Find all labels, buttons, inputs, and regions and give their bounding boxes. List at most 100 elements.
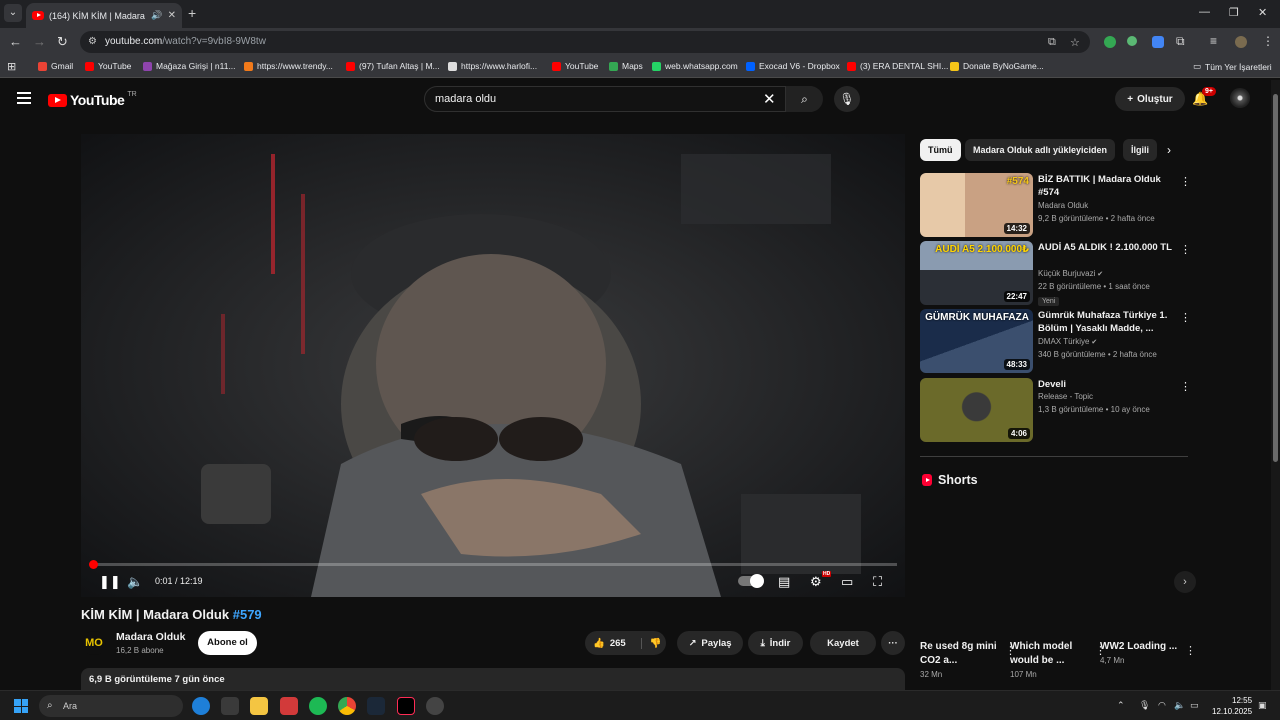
filter-chip[interactable]: Tümü <box>920 139 961 161</box>
bookmark-item[interactable]: YouTube <box>552 61 598 71</box>
close-tab-icon[interactable]: ✕ <box>168 10 176 21</box>
bookmark-star-icon[interactable]: ☆ <box>1070 36 1080 49</box>
search-input[interactable] <box>435 87 755 111</box>
more-actions-icon[interactable]: ··· <box>881 631 905 655</box>
recommended-channel[interactable]: DMAX Türkiye ✔ <box>1038 337 1097 346</box>
reload-button[interactable]: ↻ <box>57 34 68 50</box>
video-player[interactable]: ❚❚ 🔈 0:01 / 12:19 ▤ ⚙ HD ▭ ⛶ <box>81 134 905 597</box>
filter-chip[interactable]: İlgili <box>1123 139 1157 161</box>
youtube-logo[interactable]: YouTube TR <box>48 91 137 108</box>
pause-button[interactable]: ❚❚ <box>99 574 121 590</box>
app-icon[interactable] <box>280 697 298 715</box>
recommended-video[interactable]: AUDİ A5 2.100.000₺ 22:47 AUDİ A5 ALDIK ! 2… <box>920 241 1191 306</box>
progress-bar[interactable] <box>89 560 897 569</box>
tab-search-button[interactable]: ⌄ <box>4 4 22 22</box>
recommended-channel[interactable]: Küçük Burjuvazi ✔ <box>1038 269 1103 278</box>
new-tab-button[interactable]: + <box>188 5 196 21</box>
create-button[interactable]: + Oluştur <box>1115 87 1185 111</box>
settings-gear-icon[interactable]: ⚙ <box>810 574 822 590</box>
bookmark-item[interactable]: Maps <box>609 61 643 71</box>
tray-chevron-icon[interactable]: ⌃ <box>1117 700 1125 711</box>
short-title[interactable]: Which model would be ... <box>1010 640 1092 668</box>
bookmark-item[interactable]: Mağaza Girişi | n11... <box>143 61 236 71</box>
file-explorer-icon[interactable] <box>250 697 268 715</box>
chevron-right-icon[interactable]: › <box>1167 143 1171 157</box>
more-options-icon[interactable]: ⋮ <box>1180 311 1191 324</box>
shorts-next-button[interactable]: › <box>1174 571 1196 593</box>
bookmark-item[interactable]: Exocad V6 - Dropbox <box>746 61 840 71</box>
theater-mode-icon[interactable]: ▭ <box>841 574 853 590</box>
install-app-icon[interactable]: ⧉ <box>1048 36 1056 49</box>
microphone-icon[interactable]: 🎙 <box>1139 700 1150 711</box>
recommended-video[interactable]: GÜMRÜK MUHAFAZA 48:33 Gümrük Muhafaza Türk… <box>920 309 1191 373</box>
bookmark-item[interactable]: https://www.harlofi... <box>448 61 537 71</box>
taskbar-search[interactable]: ⌕ Ara <box>39 695 183 717</box>
video-thumbnail[interactable]: GÜMRÜK MUHAFAZA 48:33 <box>920 309 1033 373</box>
short-title[interactable]: WW2 Loading ... <box>1100 640 1182 654</box>
profile-avatar[interactable] <box>1235 36 1247 48</box>
bookmark-item[interactable]: web.whatsapp.com <box>652 61 738 71</box>
site-info-icon[interactable]: ⚙ <box>88 36 97 47</box>
short-item[interactable]: Which model would be ... 107 Mn ⋮ <box>1010 640 1106 679</box>
bookmark-item[interactable]: YouTube <box>85 61 131 71</box>
filter-chip[interactable]: Madara Olduk adlı yükleyiciden <box>965 139 1116 161</box>
scrubber-handle[interactable] <box>89 560 98 569</box>
video-thumbnail[interactable]: AUDİ A5 2.100.000₺ 22:47 <box>920 241 1033 305</box>
bookmark-item[interactable]: (3) ERA DENTAL SHI... <box>847 61 948 71</box>
volume-icon[interactable]: 🔈 <box>1174 700 1185 711</box>
like-icon[interactable]: 👍 <box>593 638 605 649</box>
download-button[interactable]: ⤓ İndir <box>748 631 803 655</box>
voice-search-icon[interactable]: 🎙 <box>834 86 860 112</box>
recommended-channel[interactable]: Release - Topic <box>1038 392 1093 401</box>
tiktok-icon[interactable] <box>397 697 415 715</box>
share-button[interactable]: ↗ Paylaş <box>677 631 743 655</box>
bookmark-item[interactable]: https://www.trendy... <box>244 61 333 71</box>
windows-start-icon[interactable] <box>14 699 28 713</box>
chrome-icon[interactable] <box>338 697 356 715</box>
description-box[interactable]: 6,9 B görüntüleme 7 gün önce <box>81 668 905 692</box>
bookmark-item[interactable]: Gmail <box>38 61 73 71</box>
subscribe-button[interactable]: Abone ol <box>198 631 257 655</box>
notification-center-icon[interactable]: ▣ <box>1258 700 1267 711</box>
video-thumbnail[interactable]: #574 14:32 <box>920 173 1033 237</box>
channel-name[interactable]: Madara Olduk <box>116 631 185 643</box>
address-bar[interactable]: ⚙ youtube.com/watch?v=9vbI8-9W8tw ⧉ ☆ <box>80 31 1090 53</box>
short-item[interactable]: Re used 8g mini CO2 a... 32 Mn ⋮ <box>920 640 1016 679</box>
recommended-title[interactable]: BİZ BATTIK | Madara Olduk #574 <box>1038 173 1173 199</box>
page-scrollbar[interactable] <box>1271 80 1280 690</box>
channel-avatar[interactable]: MO <box>82 631 106 655</box>
audio-playing-icon[interactable]: 🔊 <box>151 10 162 21</box>
wifi-icon[interactable]: ◠ <box>1158 700 1166 711</box>
recommended-video[interactable]: 4:06 Develi Release - Topic 1,3 B görüntüle… <box>920 378 1191 442</box>
recommended-title[interactable]: AUDİ A5 ALDIK ! 2.100.000 TL <box>1038 241 1173 254</box>
extension-icon[interactable] <box>1127 36 1137 46</box>
more-options-icon[interactable]: ⋮ <box>1180 380 1191 393</box>
video-thumbnail[interactable]: 4:06 <box>920 378 1033 442</box>
more-options-icon[interactable]: ⋮ <box>1185 644 1196 657</box>
forward-button[interactable]: → <box>33 34 46 49</box>
save-button[interactable]: Kaydet <box>810 631 876 655</box>
subtitles-icon[interactable]: ▤ <box>778 574 790 590</box>
short-item[interactable]: WW2 Loading ... 4,7 Mn ⋮ <box>1100 640 1196 665</box>
browser-menu-icon[interactable]: ⋮ <box>1262 34 1274 48</box>
extension-icon[interactable] <box>1152 36 1164 48</box>
bookmark-item[interactable]: Donate ByNoGame... <box>950 61 1044 71</box>
store-icon[interactable] <box>221 697 239 715</box>
active-tab[interactable]: (164) KİM KİM | Madara Ol... 🔊 ✕ <box>26 3 182 28</box>
menu-hamburger-icon[interactable] <box>17 92 31 104</box>
restore-button[interactable]: ❐ <box>1229 6 1239 19</box>
recommended-video[interactable]: #574 14:32 BİZ BATTIK | Madara Olduk #574 M… <box>920 173 1191 237</box>
account-avatar[interactable] <box>1230 88 1250 108</box>
app-icon[interactable] <box>426 697 444 715</box>
apps-grid-icon[interactable]: ⊞ <box>7 60 16 73</box>
extensions-puzzle-icon[interactable]: ⧉ <box>1176 34 1185 49</box>
bookmark-item[interactable]: (97) Tufan Altaş | M... <box>346 61 440 71</box>
url-text[interactable]: youtube.com/watch?v=9vbI8-9W8tw <box>105 36 266 47</box>
battery-icon[interactable]: ▭ <box>1190 700 1199 711</box>
edge-icon[interactable] <box>192 697 210 715</box>
autoplay-toggle[interactable] <box>738 574 764 588</box>
media-controls-icon[interactable]: ≡ <box>1210 34 1217 48</box>
video-hashtag[interactable]: #579 <box>233 607 262 622</box>
all-bookmarks-button[interactable]: ▭ Tüm Yer İşaretleri <box>1193 61 1272 72</box>
fullscreen-icon[interactable]: ⛶ <box>873 574 882 590</box>
